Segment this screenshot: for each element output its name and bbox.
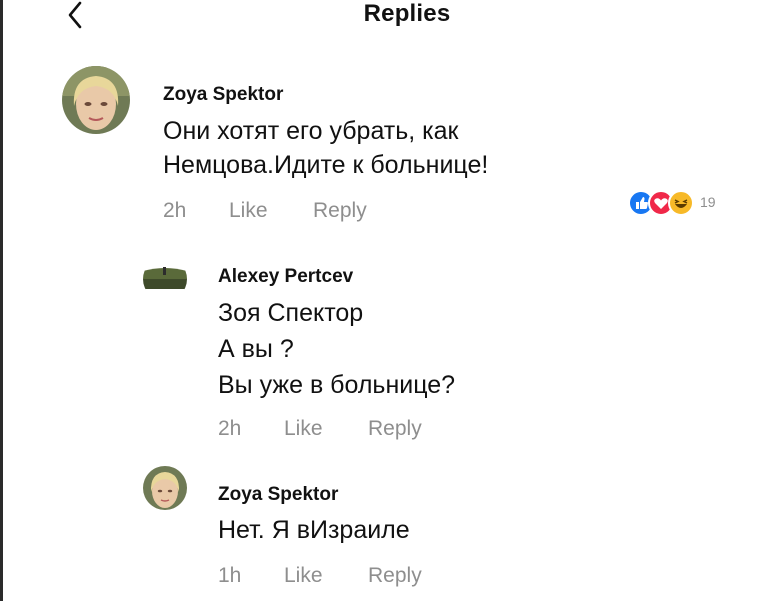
comment-author[interactable]: Zoya Spektor xyxy=(218,484,338,506)
comment-text-line: Зоя Спектор xyxy=(218,299,364,327)
page-title: Replies xyxy=(363,0,451,27)
avatar-photo xyxy=(62,66,130,134)
reaction-count: 19 xyxy=(700,194,716,210)
comment-text-line: Они хотят его убрать, как xyxy=(163,117,459,145)
reply-button[interactable]: Reply xyxy=(368,564,422,588)
header-bar: Replies xyxy=(0,0,780,36)
avatar[interactable] xyxy=(62,66,130,134)
comment-actions: 1h Like Reply xyxy=(218,564,422,588)
haha-reaction-icon xyxy=(668,190,694,216)
like-button[interactable]: Like xyxy=(284,564,368,588)
reply-button[interactable]: Reply xyxy=(368,417,422,441)
comment-text-line: Вы уже в больнице? xyxy=(218,371,456,399)
window-edge xyxy=(0,0,3,601)
comment-author[interactable]: Alexey Pertcev xyxy=(218,266,353,288)
reply-button[interactable]: Reply xyxy=(313,199,367,223)
comment-author[interactable]: Zoya Spektor xyxy=(163,84,283,106)
comment-text-line: А вы ? xyxy=(218,335,294,363)
comment-text-line: Немцова.Идите к больнице! xyxy=(163,151,489,179)
reaction-summary[interactable]: 19 xyxy=(628,190,748,216)
avatar-photo xyxy=(143,257,187,301)
comment-actions: 2h Like Reply xyxy=(163,199,367,223)
comment-actions: 2h Like Reply xyxy=(218,417,422,441)
like-button[interactable]: Like xyxy=(229,199,313,223)
avatar[interactable] xyxy=(143,466,187,510)
avatar-photo xyxy=(143,466,187,510)
replies-screen: Replies Zoya Spektor Они хотят его убрат… xyxy=(0,0,780,601)
comment-text-line: Нет. Я вИзраиле xyxy=(218,516,410,544)
comment-timestamp: 2h xyxy=(163,199,187,222)
avatar[interactable] xyxy=(143,257,187,301)
comment-timestamp: 2h xyxy=(218,417,242,440)
comment-timestamp: 1h xyxy=(218,564,242,587)
like-button[interactable]: Like xyxy=(284,417,368,441)
